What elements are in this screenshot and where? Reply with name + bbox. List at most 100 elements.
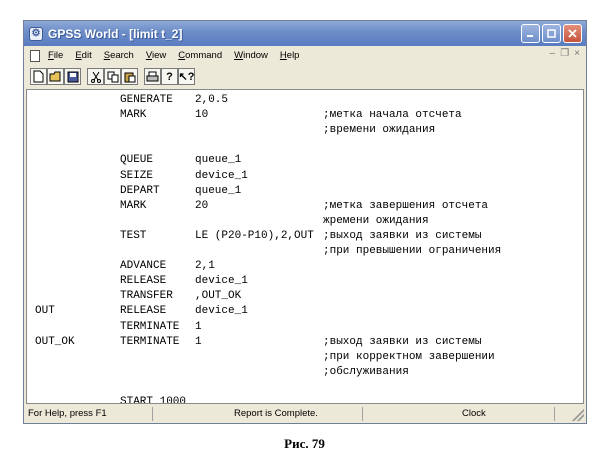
code-line: SEIZE device_1 — [27, 170, 583, 184]
code-line: жремени ожидания — [27, 215, 583, 229]
code-args: device_1 — [195, 275, 248, 288]
open-folder-icon[interactable] — [47, 68, 64, 85]
menu-item[interactable]: Window — [234, 50, 268, 61]
code-op: TERMINATE — [120, 320, 180, 333]
help-icon[interactable]: ? — [161, 68, 178, 85]
status-help-text: For Help, press F1 — [28, 408, 107, 419]
status-report-text: Report is Complete. — [234, 408, 318, 419]
save-disk-icon[interactable] — [64, 68, 81, 85]
window-controls — [521, 24, 582, 43]
code-line: TRANSFER ,OUT_OK — [27, 290, 583, 304]
status-bar: For Help, press F1 Report is Complete. C… — [24, 405, 586, 423]
print-icon[interactable] — [144, 68, 161, 85]
menu-item[interactable]: View — [146, 50, 166, 61]
code-args: 1 — [195, 320, 202, 333]
code-comment: ;выход заявки из системы — [323, 335, 482, 348]
menu-items: File Edit Search View Command Window Help — [48, 50, 311, 61]
resize-grip[interactable] — [572, 409, 584, 421]
code-editor[interactable]: GENERATE 2,0.5 MARK 10 ;метка начала отсчета… — [26, 89, 584, 404]
code-op: TRANSFER — [120, 290, 173, 303]
gpss-world-window: ⚙ GPSS World - [limit t_2] File Edit Searc… — [23, 20, 587, 424]
code-args: ,OUT_OK — [195, 290, 242, 303]
code-label: OUT — [35, 305, 55, 318]
code-op: START 1000 — [120, 396, 187, 404]
code-line: ADVANCE 2,1 — [27, 260, 583, 274]
maximize-icon — [547, 29, 556, 38]
close-icon — [568, 29, 577, 38]
code-line: START 1000 — [27, 396, 583, 404]
document-window-controls: – ❐ × — [550, 48, 580, 59]
code-comment: жремени ожидания — [323, 214, 429, 227]
menu-item[interactable]: File — [48, 50, 63, 61]
code-op: MARK — [120, 109, 147, 122]
minimize-button[interactable] — [521, 24, 540, 43]
window-title: GPSS World - [limit t_2] — [48, 26, 183, 41]
code-label: OUT_OK — [35, 335, 75, 348]
document-icon[interactable] — [30, 49, 40, 62]
paste-icon[interactable] — [121, 68, 138, 85]
code-args: device_1 — [195, 169, 248, 182]
code-op: GENERATE — [120, 94, 173, 106]
code-args: 1 — [195, 335, 202, 348]
code-op: RELEASE — [120, 305, 167, 318]
code-comment: ;обслуживания — [323, 365, 409, 378]
minimize-icon — [527, 35, 533, 37]
menu-item[interactable]: Help — [280, 50, 300, 61]
status-clock: Clock — [462, 408, 486, 419]
code-line: RELEASE device_1 — [27, 275, 583, 289]
code-comment: ;выход заявки из системы — [323, 229, 482, 242]
code-comment: ;при превышении ограничения — [323, 245, 502, 257]
code-op: QUEUE — [120, 154, 154, 167]
code-line: OUT_OK TERMINATE 1 ;выход заявки из системы — [27, 336, 583, 350]
code-args: 10 — [195, 109, 209, 122]
code-comment: ;метка начала отсчета — [323, 109, 462, 122]
code-line: MARK 10 ;метка начала отсчета — [27, 109, 583, 123]
new-file-icon[interactable] — [30, 68, 47, 85]
code-args: LE (P20-P10),2,OUT — [195, 229, 314, 242]
code-op: TEST — [120, 229, 147, 242]
code-args: 2,1 — [195, 260, 215, 273]
code-line: ;при корректном завершении — [27, 351, 583, 365]
code-op: TERMINATE — [120, 335, 180, 348]
code-line: DEPART queue_1 — [27, 185, 583, 199]
code-args: device_1 — [195, 305, 248, 318]
code-line: TERMINATE 1 — [27, 321, 583, 335]
code-args: queue_1 — [195, 154, 242, 167]
toolbar: ? ↖? — [24, 65, 586, 88]
menu-item[interactable]: Edit — [75, 50, 91, 61]
doc-restore-icon[interactable]: ❐ — [560, 48, 569, 59]
close-button[interactable] — [563, 24, 582, 43]
code-op: ADVANCE — [120, 260, 167, 273]
code-op: SEIZE — [120, 169, 154, 182]
code-comment: ;при корректном завершении — [323, 350, 495, 363]
code-args: 20 — [195, 199, 209, 212]
code-op: MARK — [120, 199, 147, 212]
code-line: GENERATE 2,0.5 — [27, 94, 583, 108]
code-args: queue_1 — [195, 184, 242, 197]
title-bar[interactable]: ⚙ GPSS World - [limit t_2] — [24, 21, 586, 46]
code-op: DEPART — [120, 184, 160, 197]
code-comment: ;времени ожидания — [323, 124, 436, 137]
code-comment: ;метка завершения отсчета — [323, 199, 489, 212]
figure-caption: Рис. 79 — [284, 436, 325, 451]
code-op: RELEASE — [120, 275, 167, 288]
menu-bar: File Edit Search View Command Window Help – ❐ … — [24, 46, 586, 65]
copy-icon[interactable] — [104, 68, 121, 85]
doc-minimize-icon[interactable]: – — [550, 48, 556, 59]
context-help-icon[interactable]: ↖? — [178, 68, 195, 85]
maximize-button[interactable] — [542, 24, 561, 43]
code-line: TEST LE (P20-P10),2,OUT ;выход заявки из с… — [27, 230, 583, 244]
code-line: OUT RELEASE device_1 — [27, 305, 583, 319]
code-line: ;при превышении ограничения — [27, 245, 583, 259]
menu-item[interactable]: Command — [178, 50, 222, 61]
gpss-app-icon: ⚙ — [29, 26, 43, 41]
code-line: ;времени ожидания — [27, 124, 583, 138]
code-line: QUEUE queue_1 — [27, 154, 583, 168]
code-line: ;обслуживания — [27, 366, 583, 380]
menu-item[interactable]: Search — [104, 50, 134, 61]
cut-icon[interactable] — [87, 68, 104, 85]
code-args: 2,0.5 — [195, 94, 229, 106]
doc-close-icon[interactable]: × — [574, 48, 580, 59]
